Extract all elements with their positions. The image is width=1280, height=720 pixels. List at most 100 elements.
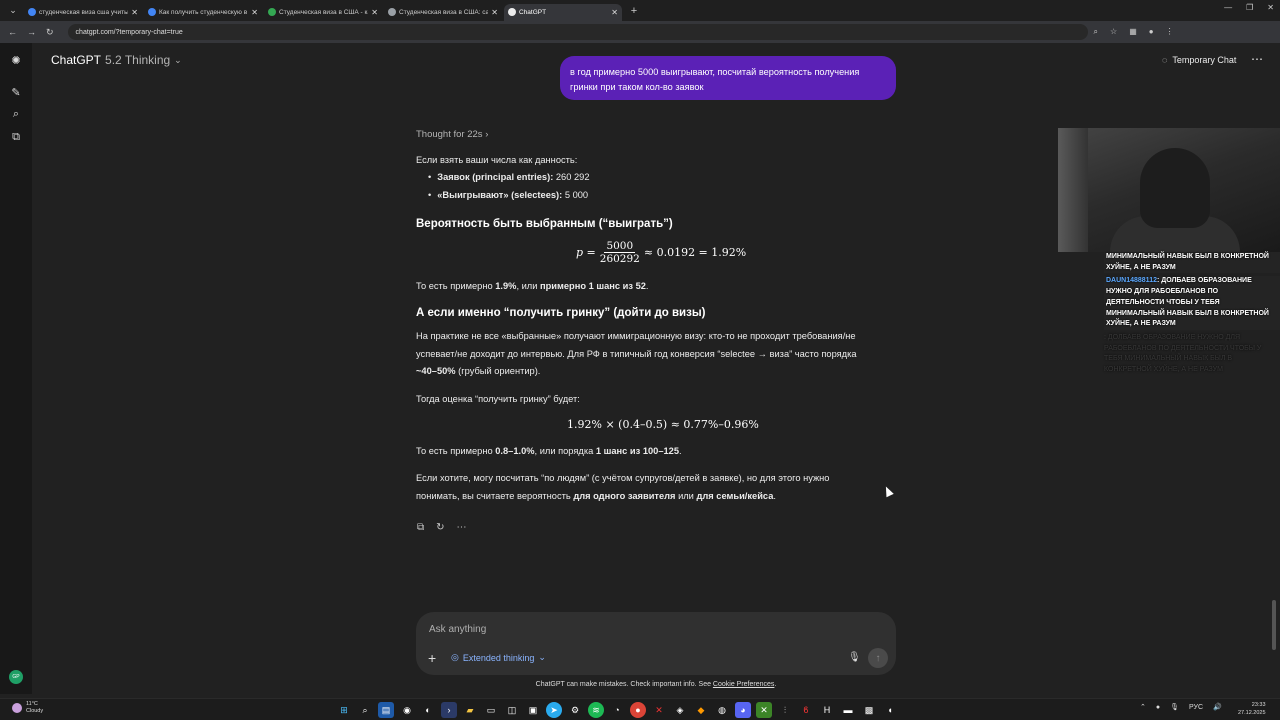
regenerate-icon[interactable]: ↻ [436, 522, 444, 533]
browser-tab[interactable]: Студенческая виза в США - ка ✕ [264, 4, 382, 21]
user-message-text: в год примерно 5000 выигрывают, посчитай… [570, 67, 860, 92]
google-favicon-icon [28, 8, 36, 16]
app-icon[interactable]: ◫ [504, 702, 520, 718]
new-tab-icon[interactable]: + [626, 5, 642, 17]
model-selector[interactable]: ChatGPT 5.2 Thinking ⌄ [51, 53, 182, 67]
app-icon[interactable]: ◈ [672, 702, 688, 718]
bookmark-star-icon[interactable]: ☆ [1110, 27, 1117, 37]
add-attachment-icon[interactable]: + [428, 650, 436, 666]
chrome-icon[interactable]: ● [630, 702, 646, 718]
folder-icon[interactable]: ▰ [462, 702, 478, 718]
google-favicon-icon [148, 8, 156, 16]
close-tab-icon[interactable]: ✕ [251, 8, 258, 17]
app-icon[interactable]: ▬ [840, 702, 856, 718]
tray-app-icon[interactable]: ● [1156, 704, 1160, 711]
app-icon[interactable]: ◔ [609, 702, 625, 718]
microphone-icon[interactable]: 🎙 [848, 652, 861, 663]
taskbar: 11°C Cloudy ⊞ ⌕ ▤ ◉ ◐ › ▰ ▭ ◫ ▣ ➤ ⚙ ≋ ◔ ●… [0, 698, 1280, 720]
weather-condition: Cloudy [26, 708, 44, 714]
app-icon[interactable]: ⫶ [777, 702, 793, 718]
browser-tab[interactable]: студенческая виза сша учитыв ✕ [24, 4, 142, 21]
browser-tab-active[interactable]: ChatGPT ✕ [504, 3, 622, 21]
close-window-icon[interactable]: ✕ [1267, 3, 1274, 12]
app-icon[interactable]: ◆ [693, 702, 709, 718]
chat-username: DAUN14888112 [1106, 277, 1157, 285]
app-icon[interactable]: ✕ [651, 702, 667, 718]
copy-icon[interactable]: ⧉ [417, 522, 424, 533]
tray-overflow-icon[interactable]: ⌃ [1140, 703, 1146, 711]
discord-icon[interactable]: ◕ [735, 702, 751, 718]
clock[interactable]: 23:33 27.12.2025 [1238, 701, 1266, 717]
app-icon[interactable]: ◖ [882, 702, 898, 718]
app-icon[interactable]: H [819, 702, 835, 718]
composer: Ask anything + ◎ Extended thinking ⌄ 🎙 ↑ [416, 612, 896, 675]
nav-buttons: ← → ↻ [8, 27, 54, 38]
terminal-icon[interactable]: › [441, 702, 457, 718]
formula-text: 1.92% × (0.4–0.5) ≈ 0.77%–0.96% [567, 418, 759, 431]
maximize-icon[interactable]: ❐ [1246, 3, 1253, 12]
close-tab-icon[interactable]: ✕ [131, 8, 138, 17]
telegram-icon[interactable]: ➤ [546, 702, 562, 718]
openai-logo-icon[interactable]: ✺ [9, 53, 23, 67]
search-icon[interactable]: ⌕ [357, 702, 373, 718]
minecraft-icon[interactable]: ✕ [756, 702, 772, 718]
answer-paragraph: Тогда оценка “получить гринку” будет: [416, 394, 580, 404]
disclaimer: ChatGPT can make mistakes. Check importa… [535, 681, 777, 688]
answer-intro: Если взять ваши числа как данность: [416, 155, 578, 165]
reload-icon[interactable]: ↻ [46, 27, 54, 38]
section-heading: Вероятность быть выбранным (“выиграть”) [416, 218, 673, 230]
menu-dots-icon[interactable]: ⋮ [1166, 27, 1174, 37]
scrollbar[interactable] [1272, 600, 1276, 650]
app-icon[interactable]: ◐ [420, 702, 436, 718]
close-tab-icon[interactable]: ✕ [611, 8, 618, 17]
volume-icon[interactable]: 🔊 [1213, 703, 1222, 711]
temporary-chat-button[interactable]: ◌ Temporary Chat [1162, 55, 1236, 65]
weather-widget[interactable]: 11°C Cloudy [12, 701, 43, 715]
thought-label: Thought for 22s [416, 129, 483, 140]
app-icon[interactable]: ◉ [399, 702, 415, 718]
app-icon[interactable]: ▩ [861, 702, 877, 718]
app-icon[interactable]: ◍ [714, 702, 730, 718]
language-indicator[interactable]: РУС [1189, 704, 1203, 711]
extended-thinking-toggle[interactable]: ◎ Extended thinking ⌄ [451, 652, 546, 663]
extension-icon[interactable]: ▦ [1129, 27, 1137, 37]
minimize-icon[interactable]: — [1224, 3, 1232, 12]
probability-formula: p = 5000 260292 ≈ 0.0192 = 1.92% [576, 240, 746, 265]
mic-icon[interactable]: 🎙 [1170, 703, 1179, 711]
model-version: 5.2 Thinking [105, 53, 171, 67]
browser-tab[interactable]: Как получить студенческую в ✕ [144, 4, 262, 21]
app-icon[interactable]: ▭ [483, 702, 499, 718]
chat-message: DAUN14888112: ДОЛБАЕВ ОБРАЗОВАНИЕ НУЖНО … [1104, 276, 1280, 330]
cookie-preferences-link[interactable]: Cookie Preferences [713, 681, 774, 688]
widgets-icon[interactable]: ▤ [378, 702, 394, 718]
close-tab-icon[interactable]: ✕ [491, 8, 498, 17]
site-favicon-icon [268, 8, 276, 16]
browser-tab[interactable]: Студенческая виза в США: сам ✕ [384, 4, 502, 21]
forward-icon[interactable]: → [27, 27, 36, 38]
tab-search-icon[interactable]: ⌄ [4, 4, 22, 18]
zoom-icon[interactable]: ⌕ [1094, 27, 1098, 37]
app-icon[interactable]: ϐ [798, 702, 814, 718]
user-message-bubble: в год примерно 5000 выигрывают, посчитай… [560, 56, 896, 100]
spotify-icon[interactable]: ≋ [588, 702, 604, 718]
close-tab-icon[interactable]: ✕ [371, 8, 378, 17]
steam-icon[interactable]: ⚙ [567, 702, 583, 718]
tab-title: ChatGPT [519, 8, 547, 16]
composer-input[interactable]: Ask anything [429, 624, 486, 635]
more-actions-icon[interactable]: ⋯ [457, 522, 467, 533]
browser-tab-bar: ⌄ студенческая виза сша учитыв ✕ Как полу… [0, 0, 1280, 21]
back-icon[interactable]: ← [8, 27, 17, 38]
search-icon[interactable]: ⌕ [9, 107, 23, 121]
library-icon[interactable]: ⧉ [9, 130, 23, 144]
list-item: • Заявок (principal entries): 260 292 [428, 172, 590, 182]
conversion-formula: 1.92% × (0.4–0.5) ≈ 0.77%–0.96% [567, 418, 759, 431]
url-field[interactable]: chatgpt.com/?temporary-chat=true [67, 24, 1088, 40]
profile-icon[interactable]: ● [1149, 27, 1154, 37]
thought-toggle[interactable]: Thought for 22s › [416, 129, 488, 140]
send-button[interactable]: ↑ [868, 648, 888, 668]
tab-title: студенческая виза сша учитыв [39, 8, 129, 16]
start-icon[interactable]: ⊞ [336, 702, 352, 718]
more-options-icon[interactable]: ⋯ [1251, 52, 1263, 66]
app-icon[interactable]: ▣ [525, 702, 541, 718]
new-chat-icon[interactable]: ✎ [9, 85, 23, 99]
